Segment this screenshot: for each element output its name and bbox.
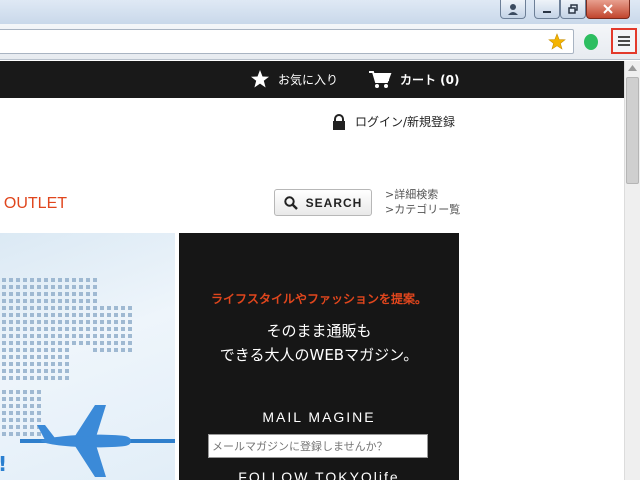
- scrollbar-thumb[interactable]: [626, 77, 639, 184]
- cart-label: カート (0): [400, 72, 460, 87]
- hero-banner[interactable]: !: [0, 233, 175, 480]
- world-map-airplane-graphic: [2, 278, 175, 477]
- hero-text-fragment: !: [0, 452, 7, 476]
- site-top-bar: お気に入り カート (0): [0, 61, 624, 98]
- category-list-link[interactable]: >カテゴリー覧: [385, 202, 460, 217]
- star-icon: [251, 70, 269, 88]
- restore-button[interactable]: [560, 0, 586, 19]
- favorites-link[interactable]: お気に入り: [250, 69, 338, 89]
- promo-tagline: ライフスタイルやファッションを提案。: [210, 292, 427, 306]
- page-scrollbar[interactable]: [624, 61, 640, 480]
- close-window-button[interactable]: [586, 0, 630, 19]
- nav-item-outlet[interactable]: / OUTLET: [0, 195, 67, 213]
- mail-magazine-email-input[interactable]: [208, 434, 428, 458]
- search-links: >詳細検索 >カテゴリー覧: [385, 187, 460, 217]
- scroll-up-arrow-icon[interactable]: [628, 65, 637, 71]
- follow-heading: FOLLOW TOKYOlife: [238, 469, 400, 480]
- shopping-cart-icon: [369, 71, 392, 88]
- web-page: お気に入り カート (0) ログイン/新規登録 / OUTLET SEARCH …: [0, 61, 624, 480]
- login-register-label: ログイン/新規登録: [355, 115, 456, 129]
- user-icon: [508, 4, 518, 15]
- search-icon: [283, 195, 298, 210]
- lock-icon: [333, 113, 345, 130]
- bookmark-star-icon[interactable]: [548, 33, 566, 51]
- cart-link[interactable]: カート (0): [368, 69, 460, 89]
- evernote-extension-icon[interactable]: [582, 33, 600, 53]
- mail-magazine-heading: MAIL MAGINE: [262, 409, 376, 425]
- favorites-label: お気に入り: [278, 72, 339, 87]
- magazine-promo-panel: ライフスタイルやファッションを提案。 そのまま通販も できる大人のWEBマガジン…: [179, 233, 459, 480]
- advanced-search-link[interactable]: >詳細検索: [385, 187, 460, 202]
- minimize-button[interactable]: [534, 0, 560, 19]
- promo-headline: そのまま通販も できる大人のWEBマガジン。: [179, 319, 459, 367]
- promo-headline-line2: できる大人のWEBマガジン。: [219, 346, 419, 364]
- chrome-menu-button[interactable]: [611, 28, 637, 54]
- promo-headline-line1: そのまま通販も: [266, 322, 372, 340]
- search-button[interactable]: SEARCH: [274, 189, 372, 216]
- minimize-icon: [543, 11, 551, 13]
- window-titlebar: [0, 0, 640, 24]
- restore-icon: [568, 4, 578, 14]
- login-register-link[interactable]: ログイン/新規登録: [332, 113, 455, 130]
- profile-button[interactable]: [500, 0, 526, 19]
- address-bar[interactable]: [0, 29, 574, 54]
- close-icon: [603, 4, 613, 14]
- airplane-icon: [37, 405, 131, 477]
- hamburger-menu-icon: [618, 36, 630, 46]
- search-button-label: SEARCH: [305, 195, 363, 210]
